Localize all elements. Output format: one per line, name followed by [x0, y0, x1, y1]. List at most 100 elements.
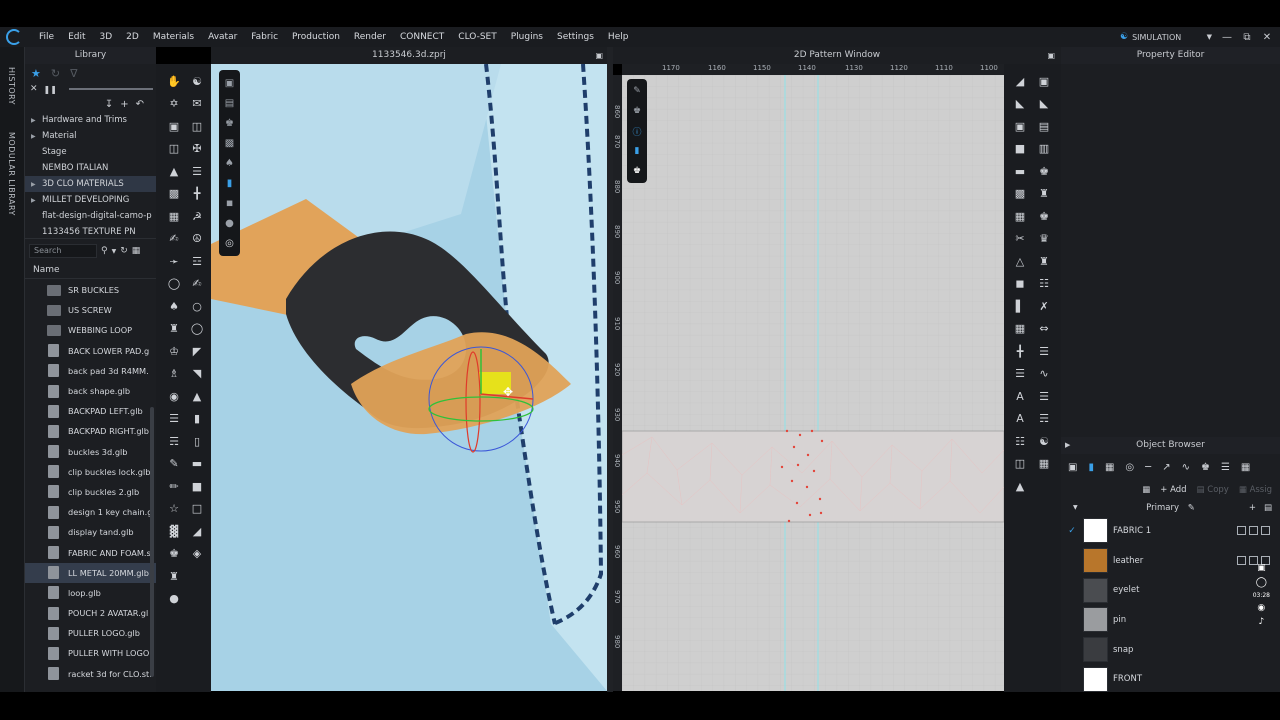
- trace-icon[interactable]: ▮: [187, 408, 207, 431]
- tree-item[interactable]: flat-design-digital-camo-p: [25, 208, 156, 224]
- menu-connect[interactable]: CONNECT: [393, 32, 451, 42]
- trim-icon[interactable]: ♗: [164, 363, 184, 386]
- fabric-item[interactable]: FRONT: [1061, 664, 1280, 694]
- dart-icon[interactable]: △: [1010, 250, 1030, 273]
- avatar-view-icon[interactable]: ♠: [219, 153, 240, 173]
- expand-window-icon[interactable]: ▣: [1047, 47, 1055, 64]
- list-item[interactable]: PULLER WITH LOGO: [25, 643, 156, 663]
- zipper-tab-icon[interactable]: ☰: [1221, 462, 1230, 473]
- garment-view-icon[interactable]: ♚: [627, 161, 647, 181]
- texture-view-icon[interactable]: ▩: [219, 133, 240, 153]
- list-item[interactable]: BACK LOWER PAD.g: [25, 341, 156, 361]
- 2d-pattern-canvas[interactable]: ✎ ♚ ⓘ ▮ ♚: [622, 75, 1004, 691]
- pin-tool-icon[interactable]: ▲: [164, 160, 184, 183]
- edit-point-icon[interactable]: ◣: [1034, 93, 1054, 116]
- expand-arrow-icon[interactable]: ▶: [31, 113, 42, 128]
- menu-avatar[interactable]: Avatar: [201, 32, 244, 42]
- graphic-tab-icon[interactable]: ▦: [1105, 462, 1114, 473]
- list-item[interactable]: BACKPAD LEFT.glb: [25, 401, 156, 421]
- fold-arrange-icon[interactable]: ◫: [187, 115, 207, 138]
- menu-help[interactable]: Help: [601, 32, 636, 42]
- 3d-garment-viewport[interactable]: ✥ ▣ ▤ ♚ ▩ ♠ ▮ ◾ ● ◎: [211, 64, 607, 691]
- list-item[interactable]: racket 3d for CLO.stl: [25, 664, 156, 684]
- list-item[interactable]: PULLER LOGO.glb: [25, 623, 156, 643]
- minimize-icon[interactable]: —: [1222, 32, 1232, 43]
- hand-tool-icon[interactable]: ✋: [164, 70, 184, 93]
- refresh-icon[interactable]: ↻: [120, 246, 128, 256]
- annotation-icon[interactable]: A: [1010, 408, 1030, 431]
- walk-icon[interactable]: ☯: [187, 70, 207, 93]
- pause-icon[interactable]: ❚❚: [44, 85, 57, 94]
- expand-window-icon[interactable]: ▣: [595, 47, 603, 64]
- circle-icon[interactable]: ○: [187, 295, 207, 318]
- ellipse-icon[interactable]: ▩: [1010, 183, 1030, 206]
- elastic-icon[interactable]: ☲: [187, 250, 207, 273]
- check-icon[interactable]: ♛: [1034, 228, 1054, 251]
- fabric-item[interactable]: ✓ FABRIC 1: [1061, 516, 1280, 546]
- list-item[interactable]: US SCREW: [25, 300, 156, 320]
- pencil-view-icon[interactable]: ✎: [627, 81, 647, 101]
- zigzag-icon[interactable]: ∿: [1034, 363, 1054, 386]
- menu-clo-set[interactable]: CLO-SET: [451, 32, 503, 42]
- fabric-item[interactable]: leather: [1061, 546, 1280, 576]
- button-tool-icon[interactable]: ◉: [164, 385, 184, 408]
- solid-icon[interactable]: ■: [187, 475, 207, 498]
- crossed-icon[interactable]: ✗: [1034, 295, 1054, 318]
- fabric-item[interactable]: eyelet ▣ ◯ 03:28 ◉ ♪: [1061, 563, 1280, 627]
- list-item[interactable]: design 1 key chain.g: [25, 502, 156, 522]
- button-tab-icon[interactable]: ◎: [1125, 462, 1134, 473]
- tree-item[interactable]: ▶ Material: [25, 128, 156, 144]
- tree-item[interactable]: Stage: [25, 144, 156, 160]
- fabric-tab-icon[interactable]: ▮: [1088, 462, 1094, 473]
- lines-icon[interactable]: ☰: [1034, 385, 1054, 408]
- cross-2d-icon[interactable]: ⇔: [1034, 318, 1054, 341]
- undo-icon[interactable]: ↶: [136, 99, 144, 110]
- delete-icon[interactable]: [1261, 526, 1270, 536]
- add-button[interactable]: + Add: [1160, 485, 1186, 495]
- duplicate-icon[interactable]: [1249, 526, 1258, 536]
- restore-icon[interactable]: ⧉: [1242, 32, 1252, 43]
- apply-icon[interactable]: [1237, 556, 1246, 566]
- fit-2d-icon[interactable]: ▤: [1034, 115, 1054, 138]
- move-tool-icon[interactable]: ✡: [164, 93, 184, 116]
- pin-box-icon[interactable]: ▩: [164, 183, 184, 206]
- shirt-2d-icon[interactable]: ♚: [1034, 205, 1054, 228]
- pipe-tab-icon[interactable]: ↗: [1162, 462, 1170, 473]
- tag-icon[interactable]: ♜: [1034, 183, 1054, 206]
- list-item[interactable]: buckles 3d.glb: [25, 442, 156, 462]
- fit-icon[interactable]: ♔: [164, 340, 184, 363]
- grade-icon[interactable]: ☷: [1010, 430, 1030, 453]
- pleat-icon[interactable]: ☰: [187, 160, 207, 183]
- fabric-item[interactable]: pin: [1061, 605, 1280, 635]
- shade-icon[interactable]: ▮: [219, 173, 240, 193]
- info-icon[interactable]: ⓘ: [627, 121, 647, 141]
- menu-plugins[interactable]: Plugins: [504, 32, 550, 42]
- list-item[interactable]: BACKPAD RIGHT.glb: [25, 421, 156, 441]
- record-icon[interactable]: ◯: [1256, 577, 1267, 588]
- drag-icon[interactable]: ✉: [187, 93, 207, 116]
- clo-library-icon[interactable]: ↻: [51, 67, 60, 80]
- history-tab[interactable]: HISTORY: [7, 67, 16, 105]
- shirt-icon[interactable]: ♚: [164, 543, 184, 566]
- add-point-icon[interactable]: ▣: [1010, 115, 1030, 138]
- list-item[interactable]: FABRIC AND FOAM.s: [25, 542, 156, 562]
- copy-button[interactable]: ▤ Copy: [1197, 485, 1229, 495]
- balance-icon[interactable]: ☰: [1010, 363, 1030, 386]
- square-icon[interactable]: □: [187, 498, 207, 521]
- list-item[interactable]: WEBBING LOOP: [25, 320, 156, 340]
- add-icon[interactable]: +: [120, 99, 128, 110]
- fabric-swatch[interactable]: [1083, 666, 1108, 692]
- record-icon[interactable]: ●: [164, 588, 184, 611]
- list-item-selected[interactable]: LL METAL 20MM.glb: [25, 562, 156, 583]
- sewing-icon[interactable]: ✍: [164, 228, 184, 251]
- buttonhole-icon[interactable]: ◯: [187, 318, 207, 341]
- avatar-icon[interactable]: ♠: [164, 295, 184, 318]
- menu-settings[interactable]: Settings: [550, 32, 601, 42]
- puckering-icon[interactable]: ☴: [164, 430, 184, 453]
- pants-icon[interactable]: ♜: [164, 565, 184, 588]
- add-group-icon[interactable]: +: [1249, 500, 1256, 516]
- tree-item[interactable]: ▶ Hardware and Trims: [25, 112, 156, 128]
- menu-production[interactable]: Production: [285, 32, 347, 42]
- table-icon[interactable]: ▦: [1034, 453, 1054, 476]
- topstitch-tab-icon[interactable]: ─: [1145, 462, 1151, 473]
